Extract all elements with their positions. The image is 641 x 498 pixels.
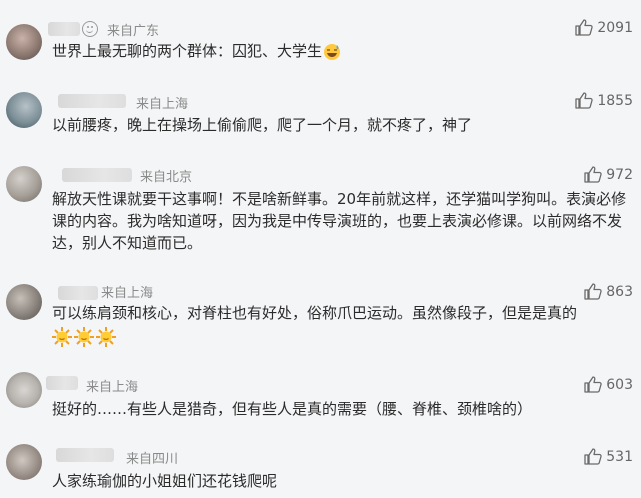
avatar[interactable] [6, 284, 42, 320]
like-button[interactable]: 1855 [575, 92, 633, 109]
location-label: 来自广东 [107, 24, 160, 39]
like-count: 531 [606, 448, 633, 465]
comment-item: 来自上海 863 可以练肩颈和核心，对脊柱也有好处，俗称爪巴运动。虽然像段子，但… [0, 270, 641, 362]
username-blurred[interactable] [58, 286, 98, 300]
comment-item: 来自上海 603 挺好的……有些人是猎奇，但有些人是真的需要（腰、脊椎、颈椎啥的… [0, 362, 641, 432]
avatar[interactable] [6, 444, 42, 480]
like-button[interactable]: 863 [584, 283, 633, 300]
thumbs-up-icon [575, 19, 594, 36]
location-label: 来自上海 [136, 97, 189, 112]
avatar[interactable] [6, 92, 42, 128]
location-label: 来自上海 [86, 380, 139, 395]
like-count: 972 [606, 166, 633, 183]
avatar[interactable] [6, 372, 42, 408]
username-blurred[interactable] [48, 22, 80, 36]
emoji-row [52, 325, 634, 347]
like-button[interactable]: 2091 [575, 19, 633, 36]
sun-emoji [96, 326, 116, 347]
like-count: 2091 [597, 19, 633, 36]
comment-text: 世界上最无聊的两个群体：囚犯、大学生 [52, 40, 634, 62]
thumbs-up-icon [584, 448, 602, 465]
comment-body: 可以练肩颈和核心，对脊柱也有好处，俗称爪巴运动。虽然像段子，但是是真的 [52, 304, 578, 322]
smile-icon [82, 21, 98, 37]
like-count: 603 [606, 376, 633, 393]
thumbs-up-icon [575, 92, 594, 109]
thumbs-up-icon [584, 283, 602, 300]
thumbs-up-icon [584, 166, 602, 183]
sun-emoji [52, 326, 72, 347]
comment-item: 来自北京 972 解放天性课就要干这事啊！不是啥新鲜事。20年前就这样，还学猫叫… [0, 160, 641, 270]
avatar[interactable] [6, 166, 42, 202]
location-label: 来自北京 [140, 170, 193, 185]
like-count: 1855 [597, 92, 633, 109]
comment-item: 来自四川 531 人家练瑜伽的小姐姐们还花钱爬呢 [0, 432, 641, 498]
comment-text: 解放天性课就要干这事啊！不是啥新鲜事。20年前就这样，还学猫叫学狗叫。表演必修课… [52, 190, 627, 252]
comment-text: 人家练瑜伽的小姐姐们还花钱爬呢 [52, 472, 278, 490]
avatar[interactable] [6, 24, 42, 60]
username-blurred[interactable] [62, 168, 132, 182]
like-button[interactable]: 531 [584, 448, 633, 465]
sweat-laugh-emoji [324, 43, 341, 60]
comment-item: 来自上海 1855 以前腰疼，晚上在操场上偷偷爬，爬了一个月，就不疼了，神了 [0, 80, 641, 160]
comment-text: 挺好的……有些人是猎奇，但有些人是真的需要（腰、脊椎、颈椎啥的） [52, 400, 533, 418]
thumbs-up-icon [584, 376, 602, 393]
location-label: 来自四川 [126, 452, 179, 467]
like-count: 863 [606, 283, 633, 300]
username-blurred[interactable] [58, 94, 126, 108]
like-button[interactable]: 603 [584, 376, 633, 393]
sun-emoji [74, 326, 94, 347]
comment-text: 以前腰疼，晚上在操场上偷偷爬，爬了一个月，就不疼了，神了 [52, 116, 473, 134]
like-button[interactable]: 972 [584, 166, 633, 183]
username-blurred[interactable] [56, 448, 114, 462]
location-label: 来自上海 [101, 286, 154, 301]
username-blurred[interactable] [46, 376, 78, 390]
comment-body: 世界上最无聊的两个群体：囚犯、大学生 [52, 42, 323, 60]
comment-item: 来自广东 2091 世界上最无聊的两个群体：囚犯、大学生 [0, 0, 641, 80]
comment-text: 可以练肩颈和核心，对脊柱也有好处，俗称爪巴运动。虽然像段子，但是是真的 [52, 302, 634, 347]
